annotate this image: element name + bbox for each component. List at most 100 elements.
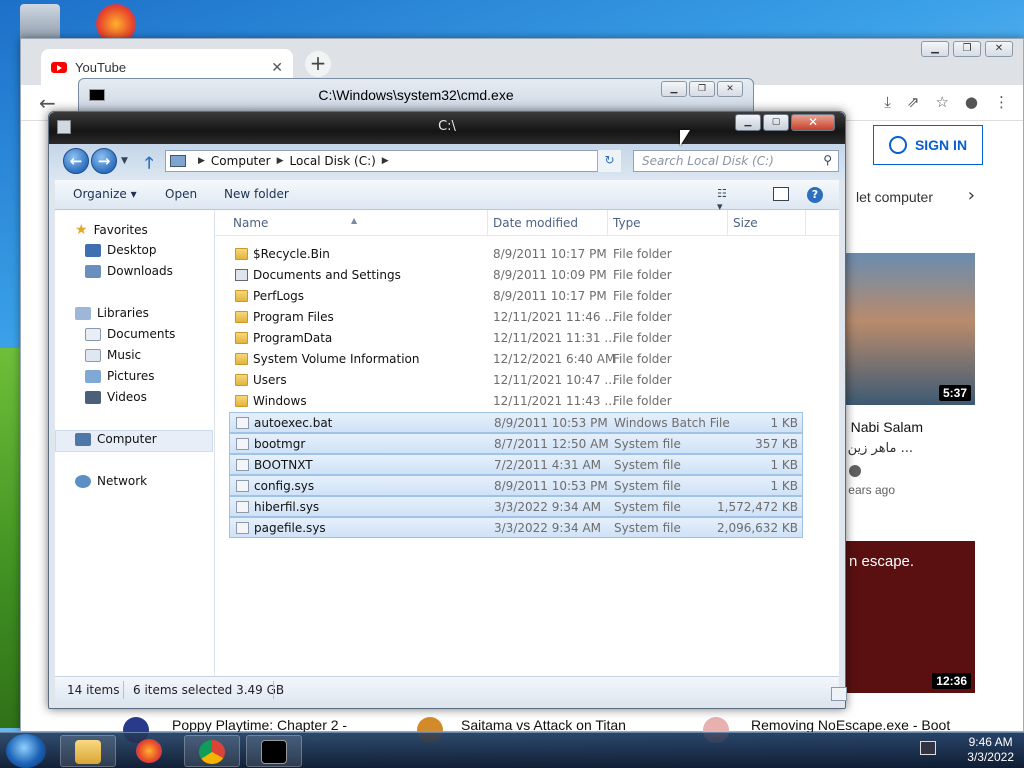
new-folder-button[interactable]: New folder: [224, 187, 289, 201]
file-row[interactable]: pagefile.sys 3/3/2022 9:34 AM System file 2…: [229, 517, 803, 538]
close-button[interactable]: ✕: [791, 114, 835, 131]
profile-icon[interactable]: ●: [965, 93, 978, 111]
video-title[interactable]: Poppy Playtime: Chapter 2 -: [172, 717, 347, 733]
taskbar-firefox[interactable]: [122, 735, 178, 767]
menu-kebab-icon[interactable]: ⋮: [994, 93, 1009, 111]
tab-close-icon[interactable]: ✕: [271, 59, 283, 76]
network-icon: [75, 474, 91, 488]
clock[interactable]: 9:46 AM 3/3/2022: [967, 735, 1014, 765]
file-row[interactable]: $Recycle.Bin 8/9/2011 10:17 PM File folder: [229, 244, 803, 265]
nav-item-music[interactable]: Music: [85, 348, 141, 362]
minimize-button[interactable]: ▁: [921, 41, 949, 57]
file-row[interactable]: ProgramData 12/11/2021 11:31 ... File fold…: [229, 328, 803, 349]
file-row[interactable]: PerfLogs 8/9/2011 10:17 PM File folder: [229, 286, 803, 307]
status-bar: 14 items 6 items selected 3.49 GB: [55, 676, 847, 702]
file-row[interactable]: Users 12/11/2021 10:47 ... File folder: [229, 370, 803, 391]
taskbar-explorer[interactable]: [60, 735, 116, 767]
video-thumbnail[interactable]: n escape. 12:36: [845, 541, 975, 693]
explorer-title-bar[interactable]: C:\ ▁ ▢ ✕: [49, 112, 845, 144]
download-icon[interactable]: ⤓: [884, 93, 891, 111]
video-thumbnail[interactable]: 5:37: [845, 253, 975, 405]
help-icon[interactable]: ?: [807, 187, 823, 203]
network-tray-icon[interactable]: [920, 741, 936, 755]
nav-item-libraries[interactable]: Libraries: [75, 306, 149, 320]
search-icon[interactable]: ⚲: [823, 153, 832, 167]
minimize-button[interactable]: ▁: [735, 114, 761, 131]
organize-button[interactable]: Organize ▾: [73, 187, 137, 201]
taskbar-chrome[interactable]: [184, 735, 240, 767]
search-input[interactable]: Search Local Disk (C:) ⚲: [633, 150, 839, 172]
close-button[interactable]: ✕: [717, 81, 743, 97]
share-icon[interactable]: ⇗: [907, 93, 920, 111]
change-view-icon[interactable]: ☷ ▾: [717, 187, 733, 213]
column-size[interactable]: Size: [733, 216, 758, 230]
chevron-right-icon[interactable]: ▶: [277, 156, 284, 166]
refresh-icon[interactable]: ↻: [597, 150, 621, 172]
column-divider[interactable]: [805, 210, 806, 236]
chevron-right-icon[interactable]: ▶: [198, 156, 205, 166]
new-tab-button[interactable]: +: [305, 51, 331, 77]
sign-in-label: SIGN IN: [914, 137, 968, 153]
file-date: 12/12/2021 6:40 AM: [493, 352, 616, 366]
thumbnail-text: n escape.: [849, 553, 915, 570]
file-row[interactable]: BOOTNXT 7/2/2011 4:31 AM System file 1 KB: [229, 454, 803, 475]
minimize-button[interactable]: ▁: [661, 81, 687, 97]
nav-item-network[interactable]: Network: [75, 474, 147, 488]
column-name[interactable]: Name: [233, 216, 268, 230]
large-icons-view-icon[interactable]: [831, 687, 847, 701]
column-divider[interactable]: [607, 210, 608, 236]
close-button[interactable]: ✕: [985, 41, 1013, 57]
file-icon: [236, 417, 249, 429]
file-date: 8/7/2011 12:50 AM: [494, 437, 609, 451]
restore-button[interactable]: ❐: [953, 41, 981, 57]
forward-button[interactable]: →: [91, 148, 117, 174]
nav-item-computer[interactable]: Computer: [75, 432, 157, 446]
recent-pages-dropdown-icon[interactable]: ▼: [121, 156, 128, 166]
category-chip[interactable]: let computer: [856, 189, 933, 205]
file-row[interactable]: autoexec.bat 8/9/2011 10:53 PM Windows Bat…: [229, 412, 803, 433]
video-title[interactable]: Nabi Salam: [851, 419, 923, 435]
maximize-button[interactable]: ▢: [763, 114, 789, 131]
chevron-right-icon[interactable]: ›: [968, 185, 975, 206]
video-duration: 5:37: [938, 385, 971, 401]
start-button[interactable]: [6, 734, 46, 768]
column-divider[interactable]: [727, 210, 728, 236]
file-row[interactable]: Documents and Settings 8/9/2011 10:09 PM F…: [229, 265, 803, 286]
file-row[interactable]: Windows 12/11/2021 11:43 ... File folder: [229, 391, 803, 412]
back-button[interactable]: ←: [63, 148, 89, 174]
open-button[interactable]: Open: [165, 187, 197, 201]
nav-item-pictures[interactable]: Pictures: [85, 369, 155, 383]
video-title[interactable]: Saitama vs Attack on Titan: [461, 717, 626, 733]
sign-in-button[interactable]: SIGN IN: [873, 125, 983, 165]
restore-button[interactable]: ❐: [689, 81, 715, 97]
breadcrumb-computer[interactable]: Computer: [211, 154, 271, 168]
breadcrumb-local-disk[interactable]: Local Disk (C:): [290, 154, 376, 168]
up-arrow-icon[interactable]: 🡑: [145, 152, 153, 179]
column-date[interactable]: Date modified: [493, 216, 578, 230]
nav-item-downloads[interactable]: Downloads: [85, 264, 173, 278]
file-row[interactable]: System Volume Information 12/12/2021 6:40…: [229, 349, 803, 370]
video-title[interactable]: Removing NoEscape.exe - Boot: [751, 717, 950, 733]
address-bar[interactable]: ▶ Computer ▶ Local Disk (C:) ▶ ▼: [165, 150, 619, 172]
preview-pane-icon[interactable]: [773, 187, 789, 201]
bookmark-star-icon[interactable]: ☆: [935, 93, 948, 111]
taskbar-cmd[interactable]: [246, 735, 302, 767]
nav-item-videos[interactable]: Videos: [85, 390, 147, 404]
file-row[interactable]: hiberfil.sys 3/3/2022 9:34 AM System file 1…: [229, 496, 803, 517]
nav-item-documents[interactable]: Documents: [85, 327, 175, 341]
chevron-right-icon[interactable]: ▶: [382, 156, 389, 166]
explorer-title: C:\: [438, 119, 456, 134]
file-row[interactable]: bootmgr 8/7/2011 12:50 AM System file 357 K…: [229, 433, 803, 454]
file-list: ▲ Name Date modified Type Size $Recycle.…: [215, 210, 839, 678]
column-divider[interactable]: [487, 210, 488, 236]
column-type[interactable]: Type: [613, 216, 641, 230]
file-row[interactable]: Program Files 12/11/2021 11:46 ... File fo…: [229, 307, 803, 328]
file-row[interactable]: config.sys 8/9/2011 10:53 PM System file 1 …: [229, 475, 803, 496]
nav-item-favorites[interactable]: ★ Favorites: [75, 222, 148, 238]
nav-item-desktop[interactable]: Desktop: [85, 243, 157, 257]
file-name: BOOTNXT: [254, 458, 313, 472]
folder-icon: [235, 311, 248, 323]
taskbar: 9:46 AM 3/3/2022: [0, 732, 1024, 768]
folder-icon: [235, 248, 248, 260]
youtube-favicon-icon: [51, 61, 67, 73]
